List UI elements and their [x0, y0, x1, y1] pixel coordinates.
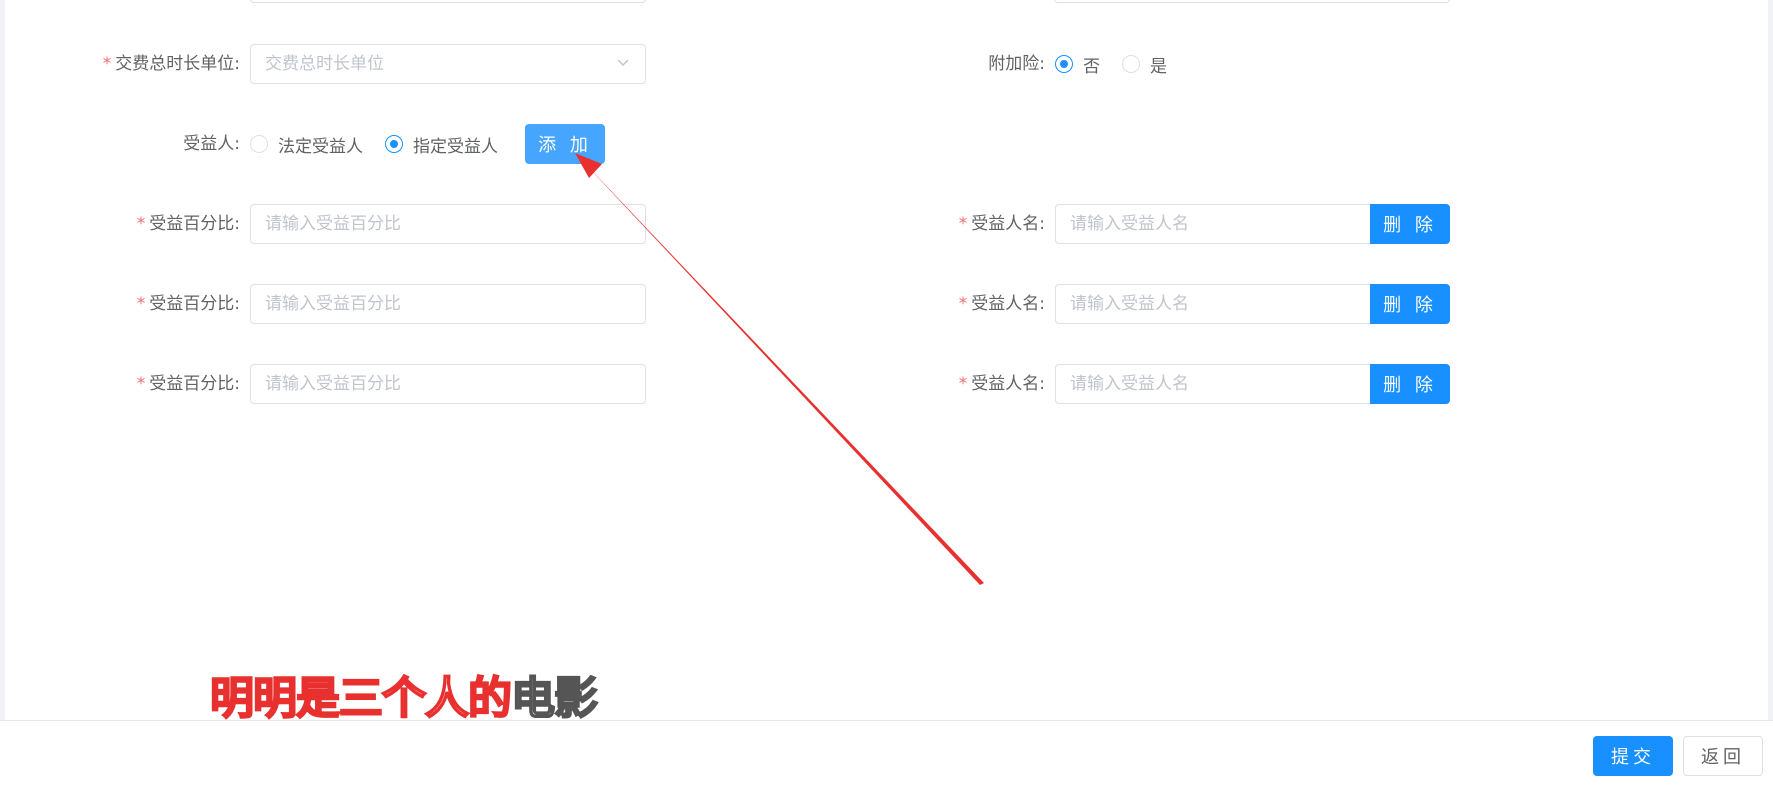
chevron-down-icon: [617, 59, 629, 67]
clipped-input-left[interactable]: [250, 0, 646, 3]
delete-beneficiary-button[interactable]: 删 除: [1370, 284, 1450, 324]
clipped-input-right[interactable]: [1054, 0, 1450, 3]
subtitle-red-text: 明明是三个人的: [209, 672, 513, 725]
beneficiary-percent-label: * 受益百分比:: [136, 214, 240, 234]
radio-checked-icon: [385, 135, 403, 153]
delete-beneficiary-button[interactable]: 删 除: [1370, 204, 1450, 244]
beneficiary-percent-label: * 受益百分比:: [136, 294, 240, 314]
payment-unit-select[interactable]: 交费总时长单位: [250, 44, 646, 84]
required-asterisk: *: [958, 294, 968, 314]
required-asterisk: *: [136, 294, 146, 314]
beneficiary-name-input[interactable]: 请输入受益人名: [1055, 364, 1371, 404]
required-asterisk: *: [102, 54, 112, 74]
required-asterisk: *: [136, 374, 146, 394]
additional-insurance-label: 附加险:: [988, 54, 1045, 74]
back-button[interactable]: 返回: [1683, 736, 1763, 776]
beneficiary-name-label: * 受益人名:: [958, 294, 1045, 314]
submit-button[interactable]: 提交: [1593, 736, 1673, 776]
footer-bar: [0, 720, 1773, 789]
page-right-edge: [1768, 0, 1773, 720]
beneficiary-percent-input[interactable]: 请输入受益百分比: [250, 284, 646, 324]
required-asterisk: *: [958, 374, 968, 394]
beneficiary-label: 受益人:: [183, 134, 240, 154]
beneficiary-name-label: * 受益人名:: [958, 214, 1045, 234]
radio-unchecked-icon: [250, 135, 268, 153]
radio-designated-beneficiary[interactable]: 指定受益人: [385, 132, 498, 157]
required-asterisk: *: [958, 214, 968, 234]
beneficiary-percent-input[interactable]: 请输入受益百分比: [250, 204, 646, 244]
delete-beneficiary-button[interactable]: 删 除: [1370, 364, 1450, 404]
page-left-edge: [0, 0, 5, 720]
payment-unit-placeholder: 交费总时长单位: [265, 54, 384, 74]
additional-insurance-radio-group: 否 是: [1055, 44, 1189, 84]
radio-unchecked-icon: [1122, 55, 1140, 73]
radio-checked-icon: [1055, 55, 1073, 73]
radio-additional-yes[interactable]: 是: [1122, 52, 1167, 77]
beneficiary-percent-label: * 受益百分比:: [136, 374, 240, 394]
add-beneficiary-button[interactable]: 添 加: [525, 124, 605, 164]
video-subtitle: 明明是三个人的电影: [209, 662, 599, 726]
beneficiary-name-input[interactable]: 请输入受益人名: [1055, 284, 1371, 324]
beneficiary-radio-group: 法定受益人 指定受益人: [250, 124, 520, 164]
beneficiary-name-label: * 受益人名:: [958, 374, 1045, 394]
beneficiary-percent-input[interactable]: 请输入受益百分比: [250, 364, 646, 404]
radio-legal-beneficiary[interactable]: 法定受益人: [250, 132, 363, 157]
payment-unit-label: * 交费总时长单位:: [102, 54, 240, 74]
beneficiary-name-input[interactable]: 请输入受益人名: [1055, 204, 1371, 244]
subtitle-gray-text: 电影: [510, 672, 599, 725]
radio-additional-no[interactable]: 否: [1055, 52, 1100, 77]
required-asterisk: *: [136, 214, 146, 234]
